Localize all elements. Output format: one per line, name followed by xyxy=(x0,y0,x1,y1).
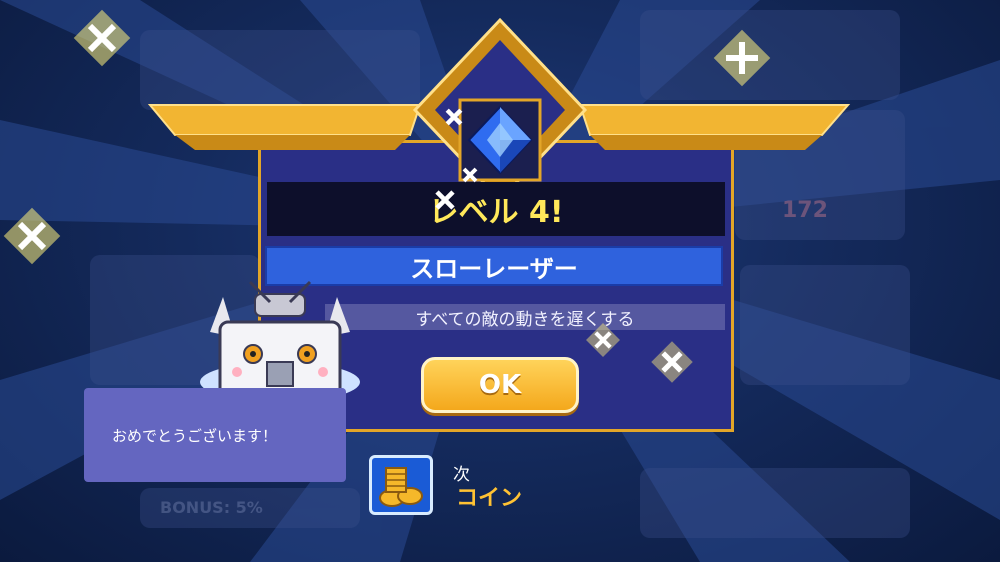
next-reward-icon-box xyxy=(369,455,433,515)
character-speech-bubble: おめでとうございます！ xyxy=(84,388,346,482)
sparkle-icon xyxy=(445,108,463,126)
level-title: レベル 4! xyxy=(267,182,725,236)
skill-description: すべての敵の動きを遅くする xyxy=(325,304,725,330)
background-panel-right xyxy=(740,265,910,385)
sparkle-icon xyxy=(651,341,693,383)
next-reward-value: コイン xyxy=(456,486,523,511)
cat-character-avatar xyxy=(200,280,360,402)
background-bonus-text: BONUS: 5% xyxy=(160,498,263,517)
sparkle-icon xyxy=(462,167,478,183)
background-panel-bottom-right xyxy=(640,468,910,538)
speech-text: おめでとうございます！ xyxy=(112,426,278,445)
sparkle-icon xyxy=(586,323,620,357)
coin-stack-icon xyxy=(379,467,423,507)
sparkle-icon xyxy=(73,9,131,67)
ok-button[interactable]: OK xyxy=(421,357,579,413)
sparkle-icon xyxy=(3,207,61,265)
sparkle-icon xyxy=(713,29,771,87)
background-badge-value: 172 xyxy=(782,198,828,223)
